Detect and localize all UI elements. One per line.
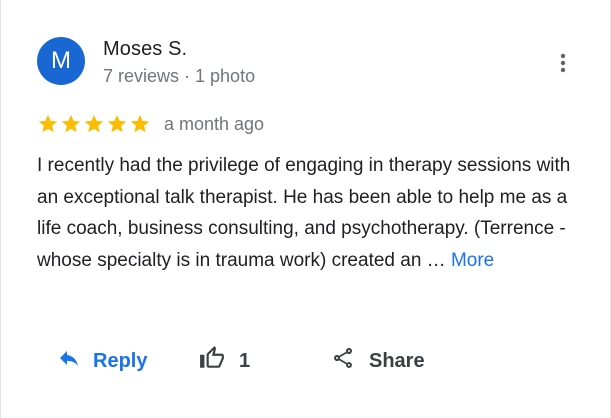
- reply-button[interactable]: Reply: [57, 342, 147, 380]
- star-icon: [83, 113, 105, 135]
- more-link[interactable]: More: [451, 250, 494, 271]
- share-button[interactable]: Share: [331, 342, 425, 380]
- author-name[interactable]: Moses S.: [103, 38, 187, 61]
- review-actions: Reply 1 Share: [1, 342, 611, 380]
- star-icon: [37, 113, 59, 135]
- avatar-initial: M: [51, 47, 71, 74]
- rating-row: a month ago: [37, 113, 264, 135]
- author-meta[interactable]: 7 reviews · 1 photo: [103, 66, 255, 87]
- like-count: 1: [239, 349, 251, 372]
- review-card: M Moses S. 7 reviews · 1 photo a month a…: [0, 0, 611, 418]
- thumb-up-icon: [199, 345, 225, 377]
- star-icon: [106, 113, 128, 135]
- star-icon: [60, 113, 82, 135]
- reply-label: Reply: [93, 349, 148, 372]
- share-icon: [331, 346, 355, 376]
- share-label: Share: [369, 349, 425, 372]
- reply-icon: [57, 346, 81, 376]
- more-vert-icon[interactable]: [553, 50, 573, 76]
- avatar[interactable]: M: [37, 37, 85, 85]
- like-button[interactable]: 1: [199, 342, 250, 380]
- star-rating: [37, 113, 151, 135]
- star-icon: [129, 113, 151, 135]
- review-date: a month ago: [164, 113, 265, 134]
- review-text: I recently had the privilege of engaging…: [37, 150, 577, 276]
